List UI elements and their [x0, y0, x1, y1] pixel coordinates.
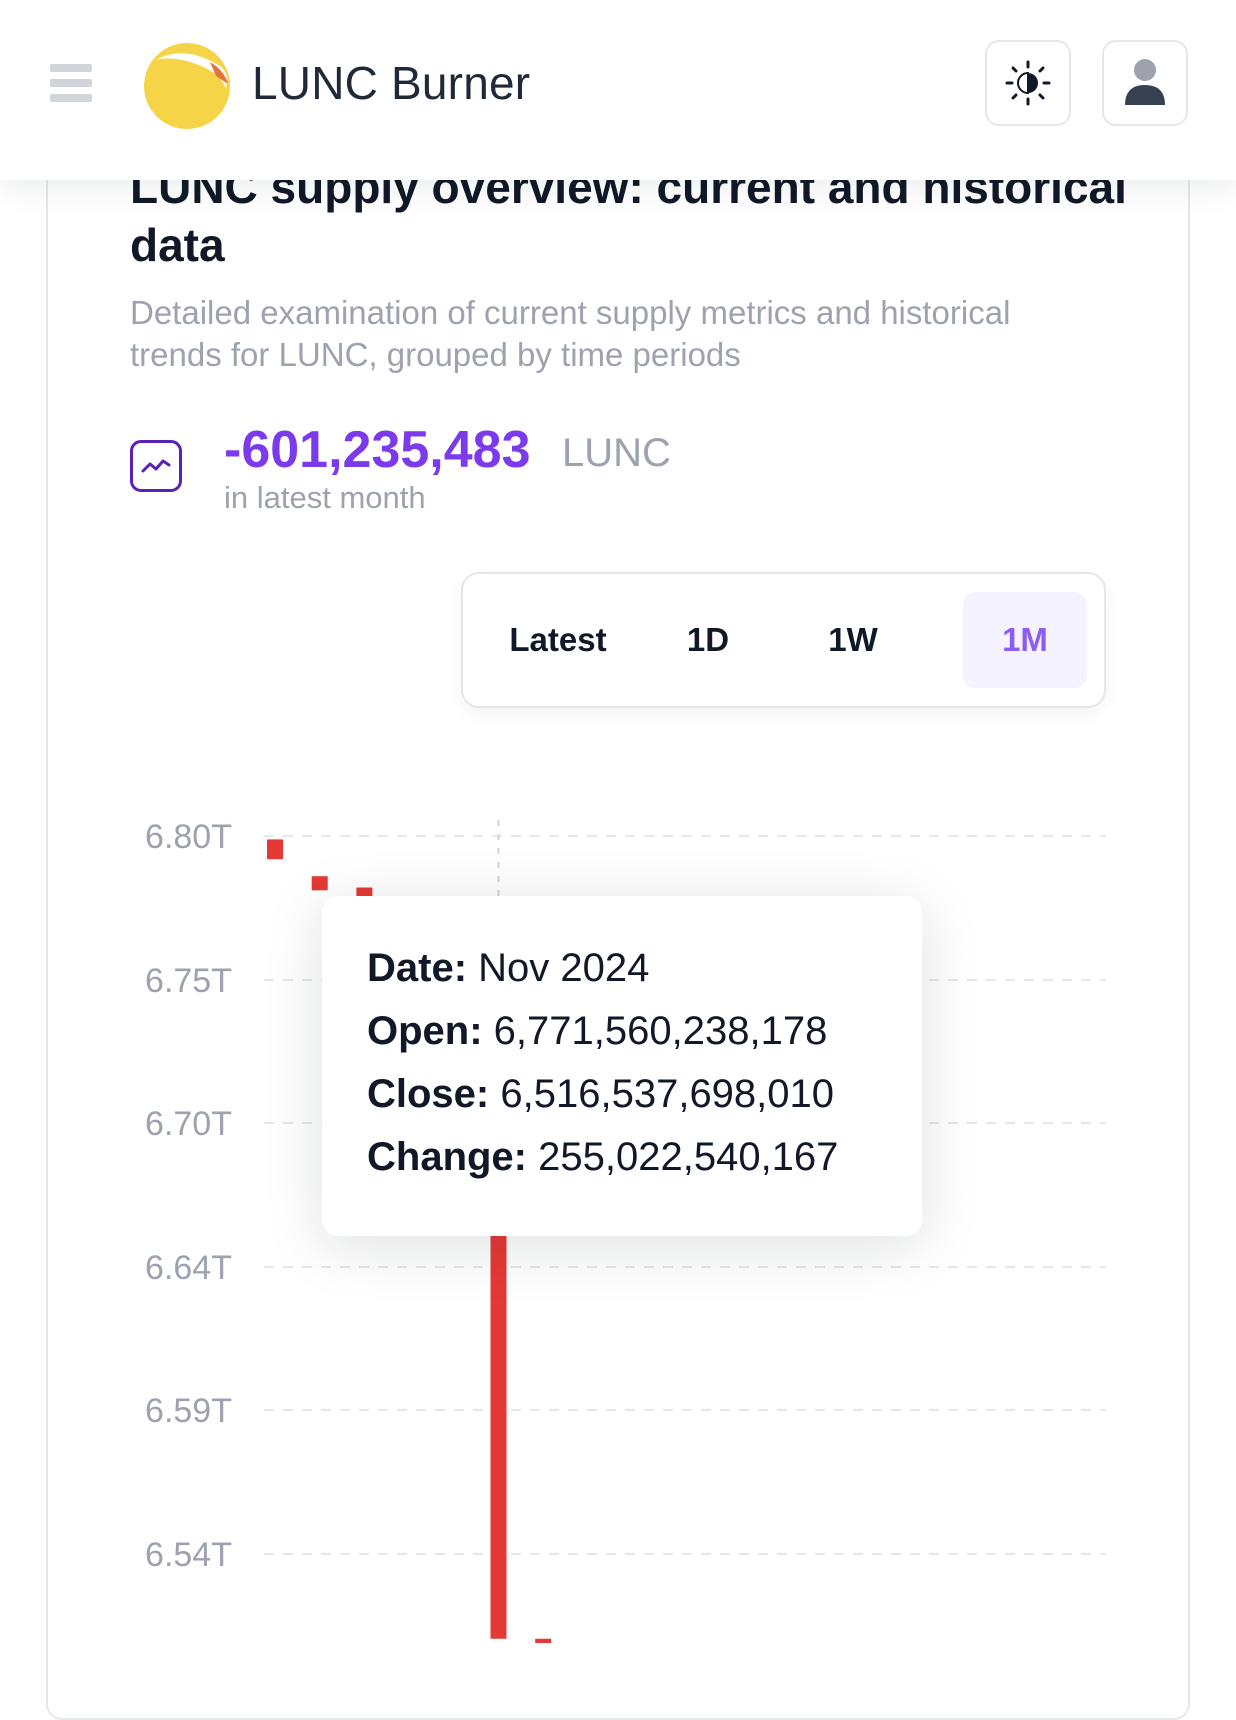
tooltip-change-value: 255,022,540,167 — [538, 1135, 839, 1179]
monthly-change-caption: in latest month — [224, 480, 426, 515]
tab-1d[interactable]: 1D — [653, 592, 763, 688]
hamburger-menu-icon[interactable] — [44, 58, 100, 108]
tab-1w[interactable]: 1W — [783, 592, 923, 688]
user-avatar-icon — [1125, 59, 1165, 105]
tab-1m[interactable]: 1M — [963, 592, 1087, 688]
sun-moon-theme-icon — [1005, 60, 1051, 106]
trend-line-icon — [130, 440, 182, 492]
chart-tooltip: Date: Nov 2024 Open: 6,771,560,238,178 C… — [322, 896, 922, 1236]
tab-latest[interactable]: Latest — [483, 592, 633, 688]
top-navigation-bar: LUNC Burner — [0, 0, 1236, 180]
tooltip-change-label: Change: — [367, 1135, 527, 1179]
brand-name[interactable]: LUNC Burner — [252, 56, 530, 110]
y-tick-label: 6.59T — [145, 1392, 232, 1430]
tooltip-close-label: Close: — [367, 1072, 490, 1116]
y-tick-label: 6.70T — [145, 1105, 232, 1143]
y-tick-label: 6.64T — [145, 1249, 232, 1287]
tooltip-change-row: Change: 255,022,540,167 — [367, 1135, 838, 1180]
lunc-logo-icon[interactable] — [140, 36, 236, 132]
period-selector: Latest 1D 1W 1M — [461, 572, 1106, 708]
candle[interactable] — [535, 1638, 552, 1643]
tooltip-open-label: Open: — [367, 1009, 483, 1053]
tooltip-open-value: 6,771,560,238,178 — [493, 1009, 828, 1053]
tooltip-close-value: 6,516,537,698,010 — [500, 1072, 835, 1116]
tooltip-open-row: Open: 6,771,560,238,178 — [367, 1009, 827, 1054]
monthly-change-unit: LUNC — [562, 431, 671, 475]
candle[interactable] — [267, 839, 283, 860]
tooltip-close-row: Close: 6,516,537,698,010 — [367, 1072, 834, 1117]
theme-toggle-button[interactable] — [985, 40, 1071, 126]
tooltip-date-value: Nov 2024 — [478, 946, 650, 990]
monthly-change-value: -601,235,483 — [224, 421, 531, 479]
y-tick-label: 6.80T — [145, 818, 232, 856]
card-subtitle: Detailed examination of current supply m… — [130, 294, 1011, 373]
tooltip-date-row: Date: Nov 2024 — [367, 946, 649, 991]
candle[interactable] — [311, 876, 328, 891]
y-tick-label: 6.54T — [145, 1536, 232, 1574]
y-tick-label: 6.75T — [145, 962, 232, 1000]
tooltip-date-label: Date: — [367, 946, 468, 990]
user-account-button[interactable] — [1102, 40, 1188, 126]
